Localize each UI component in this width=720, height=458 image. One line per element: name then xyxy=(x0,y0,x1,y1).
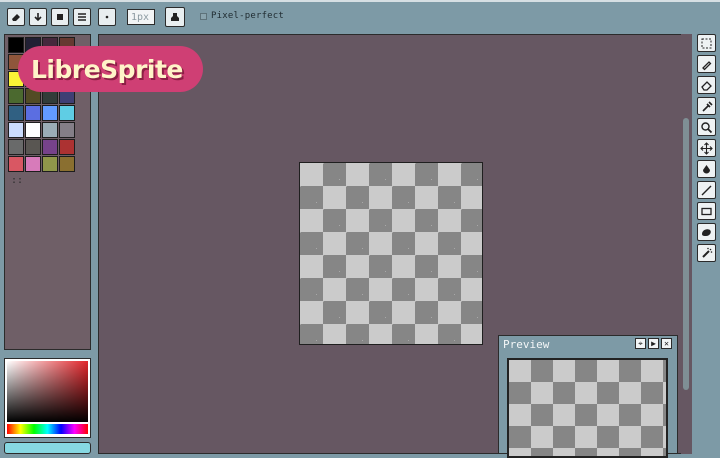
pixel-perfect-checkbox[interactable] xyxy=(200,13,207,20)
palette-resize-handle[interactable]: :: xyxy=(11,175,23,186)
palette-swatch[interactable] xyxy=(8,105,24,121)
brush-size-input[interactable]: 1px xyxy=(127,9,155,25)
palette-swatch[interactable] xyxy=(42,139,58,155)
palette-swatch[interactable] xyxy=(59,156,75,172)
saturation-value-box[interactable] xyxy=(7,361,88,422)
eraser-tool-icon[interactable] xyxy=(697,76,716,94)
lines-icon[interactable] xyxy=(73,8,91,26)
preview-canvas xyxy=(507,358,668,458)
zoom-icon[interactable] xyxy=(697,118,716,136)
palette-swatch[interactable] xyxy=(8,37,24,53)
color-picker xyxy=(4,358,91,438)
palette-swatch[interactable] xyxy=(8,122,24,138)
ink-icon[interactable] xyxy=(165,7,185,27)
palette-swatch[interactable] xyxy=(59,105,75,121)
marquee-icon[interactable] xyxy=(697,34,716,52)
hue-slider[interactable] xyxy=(7,424,88,434)
preview-center-button[interactable]: ⌖ xyxy=(635,338,646,349)
dot-icon[interactable] xyxy=(98,8,116,26)
palette-swatch[interactable] xyxy=(25,139,41,155)
preview-close-button[interactable]: ✕ xyxy=(661,338,672,349)
bucket-icon[interactable] xyxy=(697,160,716,178)
eyedropper-icon[interactable] xyxy=(697,97,716,115)
palette-swatch[interactable] xyxy=(8,139,24,155)
palette-swatch[interactable] xyxy=(8,156,24,172)
palette-swatch[interactable] xyxy=(25,156,41,172)
arrow-down-icon[interactable] xyxy=(29,8,47,26)
palette-swatch[interactable] xyxy=(25,105,41,121)
palette-swatch[interactable] xyxy=(59,122,75,138)
preview-play-button[interactable]: ▶ xyxy=(648,338,659,349)
toolbar-top-border xyxy=(0,0,720,2)
sprite-canvas[interactable] xyxy=(299,162,483,345)
foreground-color-bar[interactable] xyxy=(4,442,91,454)
palette-swatch[interactable] xyxy=(25,122,41,138)
palette-swatch[interactable] xyxy=(8,88,24,104)
palette-swatch[interactable] xyxy=(59,139,75,155)
rectangle-icon[interactable] xyxy=(697,202,716,220)
pixel-perfect-label: Pixel-perfect xyxy=(211,11,285,21)
preview-window[interactable]: Preview ⌖ ▶ ✕ xyxy=(498,335,678,458)
move-icon[interactable] xyxy=(697,139,716,157)
line-icon[interactable] xyxy=(697,181,716,199)
spray-icon[interactable] xyxy=(697,244,716,262)
libresprite-logo: LibreSprite xyxy=(18,46,203,92)
palette-swatch[interactable] xyxy=(42,105,58,121)
preview-title: Preview xyxy=(503,338,550,351)
pencil-icon[interactable] xyxy=(697,55,716,73)
square-icon[interactable] xyxy=(51,8,69,26)
scrollbar-thumb[interactable] xyxy=(683,118,689,390)
palette-swatch[interactable] xyxy=(42,156,58,172)
blob-icon[interactable] xyxy=(697,223,716,241)
eraser-icon[interactable] xyxy=(7,8,25,26)
palette-swatch[interactable] xyxy=(42,122,58,138)
